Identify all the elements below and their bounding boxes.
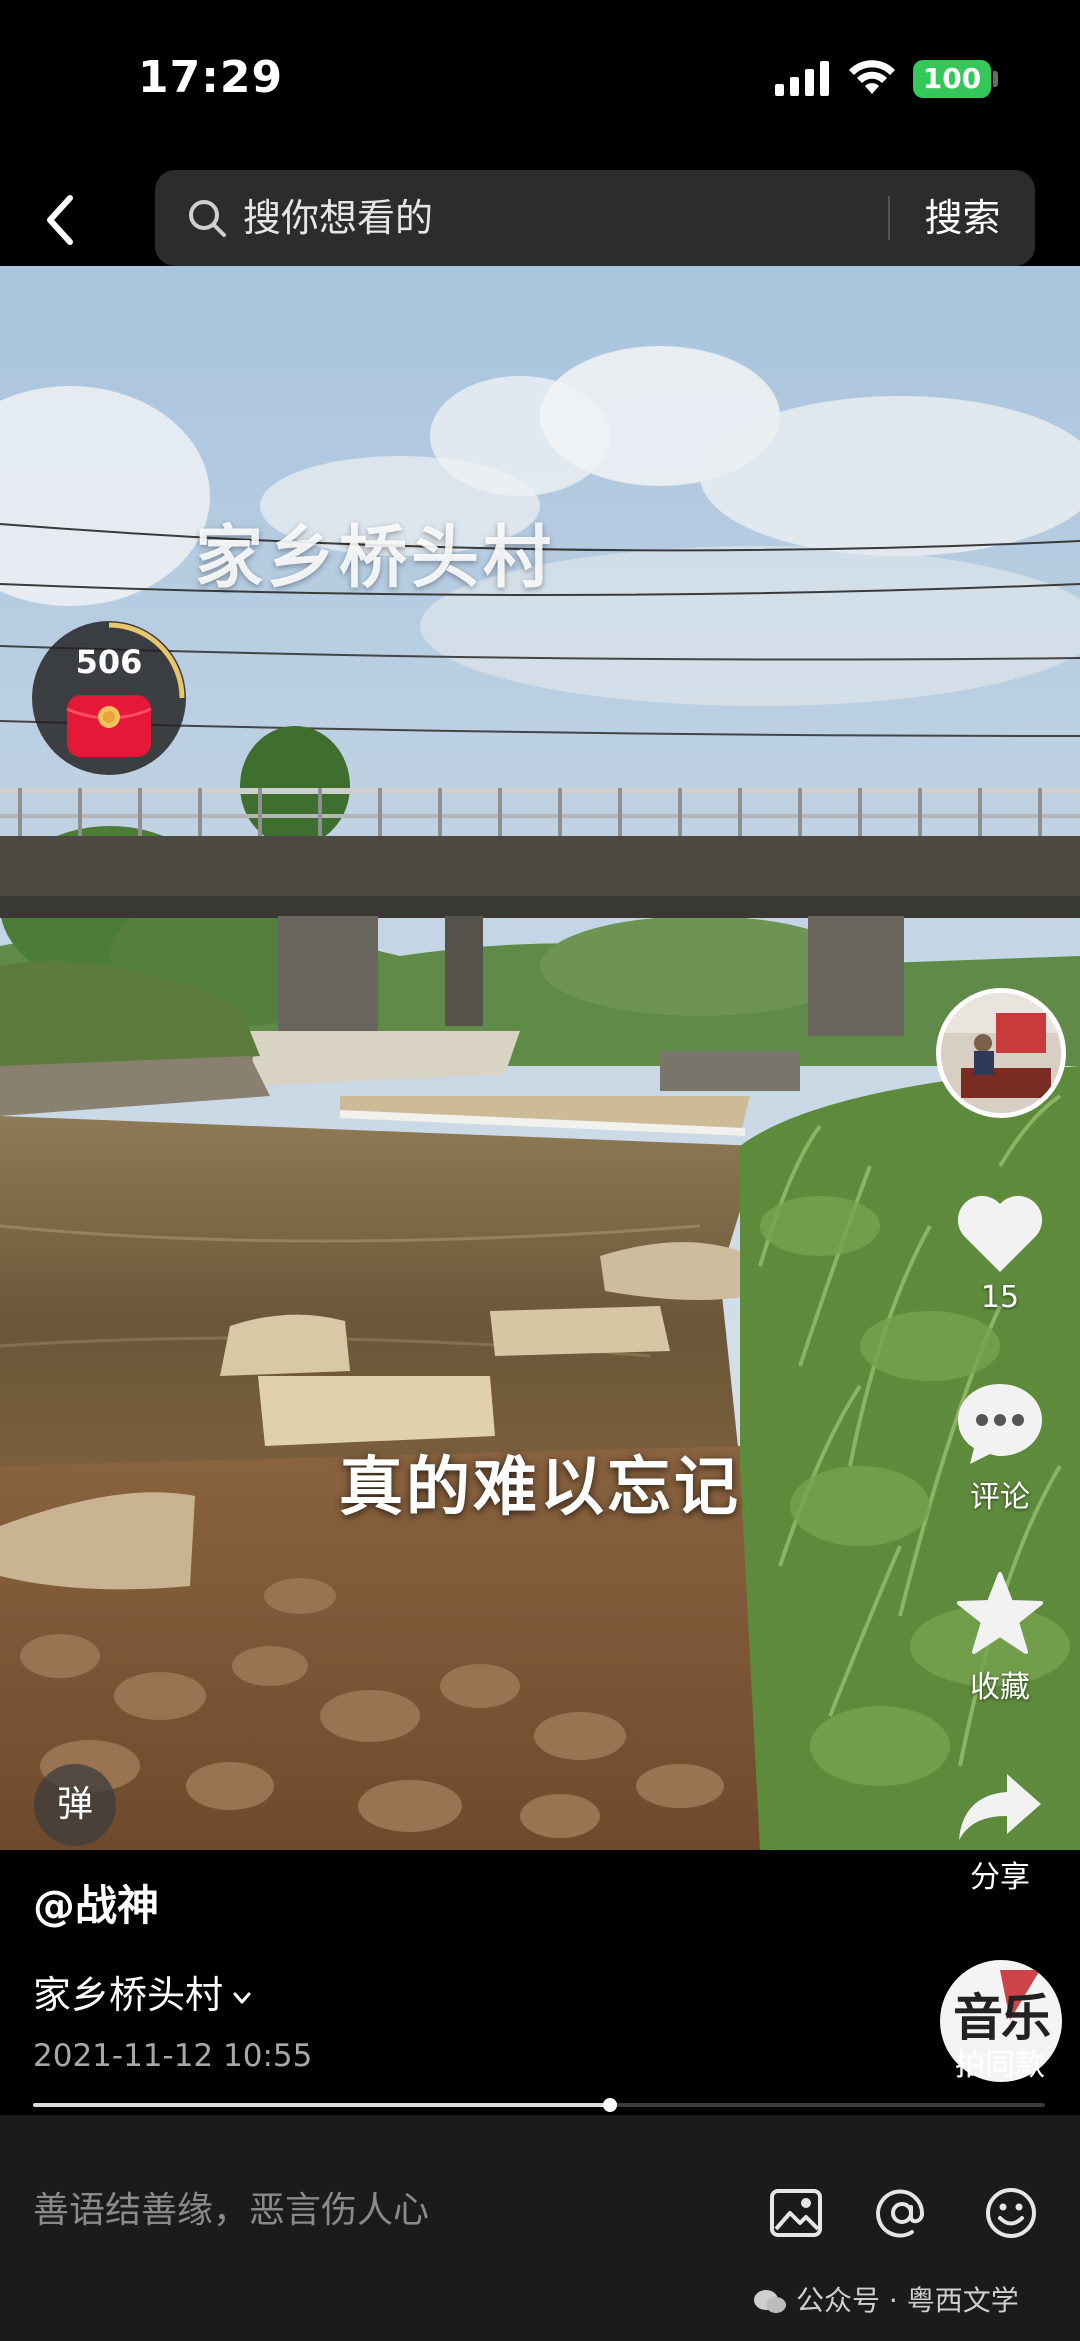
favorite-button[interactable]: 收藏 [940, 1570, 1060, 1706]
video-title-overlay: 家乡桥头村 [195, 519, 556, 598]
heart-icon [957, 1195, 1043, 1272]
wechat-icon [754, 2290, 786, 2313]
chevron-left-icon[interactable] [36, 190, 86, 250]
post-description-text: 家乡桥头村 [33, 1973, 224, 2017]
share-label: 分享 [970, 1860, 1030, 1895]
battery-cap [993, 71, 998, 87]
comment-input[interactable] [33, 2155, 733, 2265]
comment-label: 评论 [970, 1480, 1030, 1515]
search-bar[interactable]: 搜索 [155, 170, 1035, 266]
favorite-label: 收藏 [970, 1670, 1030, 1705]
watermark-text: 公众号 · 粤西文学 [796, 2284, 1019, 2317]
share-arrow-icon [959, 1774, 1041, 1840]
same-style-label[interactable]: 拍同款 [940, 2040, 1060, 2084]
danmu-toggle[interactable]: 弹 [34, 1764, 116, 1846]
author-name[interactable]: @战神 [33, 1872, 159, 1933]
like-count: 15 [980, 1280, 1020, 1315]
status-time: 17:29 [138, 52, 284, 103]
video-player[interactable]: 家乡桥头村 真的难以忘记 506 弹 [0, 266, 1080, 1850]
at-icon[interactable] [874, 2185, 930, 2241]
status-bar: 17:29 100 [0, 0, 1080, 160]
watermark: 公众号 · 粤西文学 [752, 2279, 1019, 2319]
wifi-icon [849, 60, 895, 94]
search-button[interactable]: 搜索 [905, 192, 1020, 244]
avatar-image [941, 993, 1061, 1113]
author-avatar[interactable] [936, 988, 1066, 1118]
battery-indicator: 100 [913, 60, 991, 98]
search-divider [888, 196, 890, 240]
search-input[interactable] [243, 170, 723, 266]
star-icon [957, 1572, 1043, 1654]
cellular-signal-icon [775, 61, 829, 96]
search-icon [189, 200, 226, 237]
comment-bubble-icon [958, 1384, 1042, 1464]
red-packet-widget[interactable]: 506 [32, 621, 186, 775]
comment-button[interactable]: 评论 [940, 1380, 1060, 1516]
red-packet-count: 506 [75, 643, 143, 681]
playback-progress-knob[interactable] [602, 2098, 617, 2112]
image-icon[interactable] [768, 2185, 824, 2241]
video-subtitle-overlay: 真的难以忘记 [339, 1451, 741, 1525]
playback-progress-bar[interactable] [33, 2098, 1045, 2112]
share-button[interactable]: 分享 [940, 1770, 1060, 1896]
post-date: 2021-11-12 10:55 [33, 2038, 313, 2074]
like-button[interactable]: 15 [940, 1192, 1060, 1315]
playback-progress-fill [33, 2103, 610, 2107]
post-description[interactable]: 家乡桥头村 [33, 1964, 253, 2019]
red-packet-icon [66, 695, 152, 757]
emoji-icon[interactable] [983, 2185, 1039, 2241]
chevron-down-icon [233, 1992, 251, 2003]
